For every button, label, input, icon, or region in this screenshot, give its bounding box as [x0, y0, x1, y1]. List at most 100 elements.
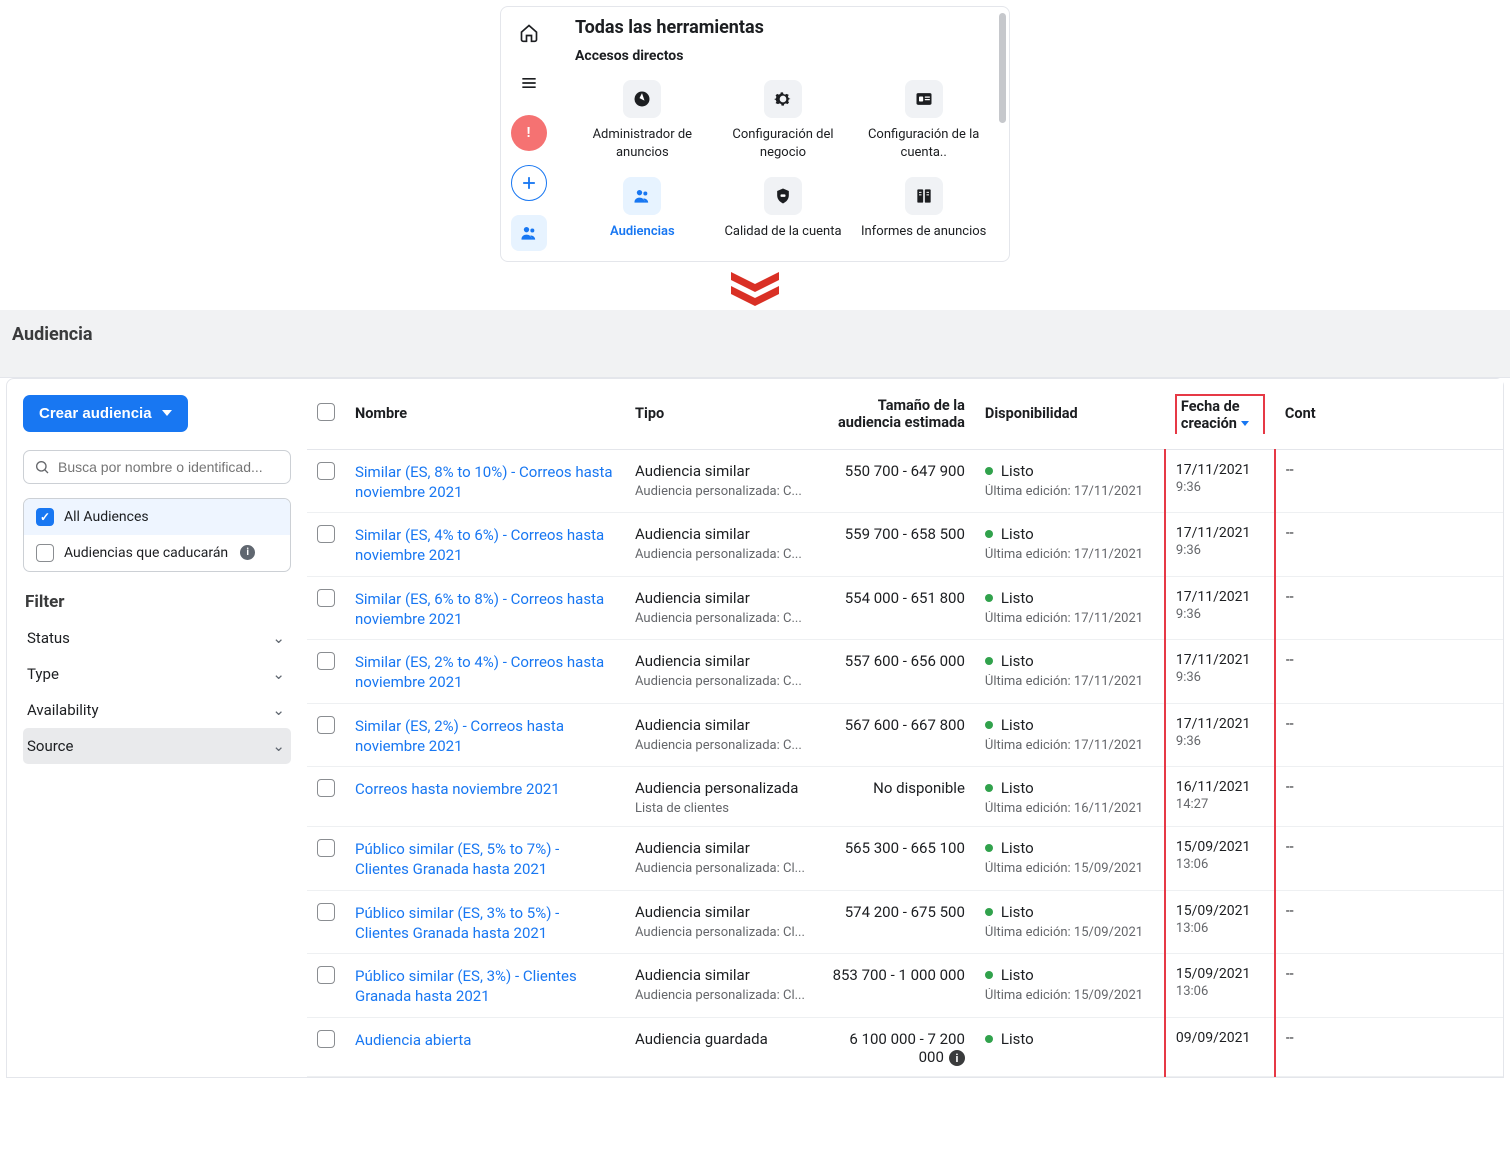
cont-cell: --	[1275, 513, 1503, 577]
col-type[interactable]: Tipo	[625, 379, 815, 450]
row-checkbox[interactable]	[317, 716, 335, 734]
search-input[interactable]	[58, 459, 280, 475]
cont-cell: --	[1275, 449, 1503, 513]
created-date: 17/11/2021	[1176, 652, 1264, 668]
row-checkbox[interactable]	[317, 525, 335, 543]
audience-name-link[interactable]: Público similar (ES, 3%) - Clientes Gran…	[355, 966, 615, 1007]
shortcut-reports[interactable]: Informes de anuncios	[856, 171, 991, 247]
table-row: Similar (ES, 2%) - Correos hasta noviemb…	[307, 703, 1503, 767]
info-icon[interactable]: i	[240, 545, 255, 560]
created-date: 15/09/2021	[1176, 839, 1264, 855]
audience-type: Audiencia similar	[635, 525, 805, 543]
col-availability[interactable]: Disponibilidad	[975, 379, 1165, 450]
audience-type: Audiencia similar	[635, 462, 805, 480]
add-icon[interactable]	[511, 165, 547, 201]
cont-cell: --	[1275, 827, 1503, 891]
audience-subtype: Audiencia personalizada: C...	[635, 484, 805, 499]
table-row: Similar (ES, 6% to 8%) - Correos hasta n…	[307, 576, 1503, 640]
status-dot-icon	[985, 1035, 993, 1043]
audience-name-link[interactable]: Audiencia abierta	[355, 1030, 615, 1050]
cont-cell: --	[1275, 576, 1503, 640]
create-audience-label: Crear audiencia	[39, 405, 152, 422]
cont-cell: --	[1275, 703, 1503, 767]
filter-facet[interactable]: Source⌄	[23, 728, 291, 764]
audience-name-link[interactable]: Similar (ES, 6% to 8%) - Correos hasta n…	[355, 589, 615, 630]
availability: Listo	[985, 903, 1154, 921]
page-title: Audiencia	[12, 324, 1498, 345]
availability: Listo	[985, 589, 1154, 607]
quick-filter-row[interactable]: All Audiences	[24, 499, 290, 535]
menu-icon[interactable]	[511, 65, 547, 101]
audience-size: 550 700 - 647 900	[845, 462, 965, 480]
shortcut-compass[interactable]: Administrado​r de anuncios	[575, 74, 710, 167]
filter-facet[interactable]: Availability⌄	[23, 692, 291, 728]
select-all-checkbox[interactable]	[317, 403, 335, 421]
create-audience-button[interactable]: Crear audiencia	[23, 395, 188, 432]
audience-subtype: Audiencia personalizada: C...	[635, 547, 805, 562]
facet-label: Status	[27, 629, 70, 647]
search-icon	[34, 459, 50, 475]
chevron-down-icon: ⌄	[272, 701, 285, 719]
audience-type: Audiencia similar	[635, 589, 805, 607]
shortcut-gear[interactable]: Configuración del negocio	[716, 74, 851, 167]
shortcut-shield[interactable]: Calidad de la cuenta	[716, 171, 851, 247]
col-created[interactable]: Fecha de creación	[1165, 379, 1275, 450]
audience-name-link[interactable]: Similar (ES, 4% to 6%) - Correos hasta n…	[355, 525, 615, 566]
audience-name-link[interactable]: Similar (ES, 2%) - Correos hasta noviemb…	[355, 716, 615, 757]
checkbox-icon[interactable]	[36, 508, 54, 526]
audience-subtype: Audiencia personalizada: C...	[635, 674, 805, 689]
shortcut-id-card[interactable]: Configuración de la cuenta..	[856, 74, 991, 167]
col-name[interactable]: Nombre	[345, 379, 625, 450]
last-edited: Última edición: 15/09/2021	[985, 861, 1154, 876]
audience-name-link[interactable]: Similar (ES, 8% to 10%) - Correos hasta …	[355, 462, 615, 503]
col-cont[interactable]: Cont	[1275, 379, 1503, 450]
row-checkbox[interactable]	[317, 779, 335, 797]
status-dot-icon	[985, 971, 993, 979]
facet-label: Type	[27, 665, 59, 683]
last-edited: Última edición: 17/11/2021	[985, 611, 1154, 626]
quick-filter-row[interactable]: Audiencias que caducarán i	[24, 535, 290, 571]
shortcut-people[interactable]: Audiencias	[575, 171, 710, 247]
row-checkbox[interactable]	[317, 462, 335, 480]
audience-name-link[interactable]: Correos hasta noviembre 2021	[355, 779, 615, 799]
row-checkbox[interactable]	[317, 966, 335, 984]
audience-size: 557 600 - 656 000	[845, 652, 965, 670]
created-time: 14:27	[1176, 797, 1264, 812]
created-time: 9:36	[1176, 543, 1264, 558]
last-edited: Última edición: 15/09/2021	[985, 988, 1154, 1003]
tools-title: Todas las herramientas	[575, 17, 991, 38]
cont-cell: --	[1275, 767, 1503, 827]
tools-panel: ! Todas las herramientas Accesos directo…	[500, 6, 1010, 262]
row-checkbox[interactable]	[317, 589, 335, 607]
quick-filter-label: Audiencias que caducarán	[64, 545, 228, 561]
audience-name-link[interactable]: Público similar (ES, 5% to 7%) - Cliente…	[355, 839, 615, 880]
audience-name-link[interactable]: Público similar (ES, 3% to 5%) - Cliente…	[355, 903, 615, 944]
checkbox-icon[interactable]	[36, 544, 54, 562]
row-checkbox[interactable]	[317, 903, 335, 921]
audience-subtype: Audiencia personalizada: Cl...	[635, 861, 805, 876]
filter-facet[interactable]: Type⌄	[23, 656, 291, 692]
shortcut-label: Configuración de la cuenta..	[858, 126, 989, 161]
last-edited: Última edición: 17/11/2021	[985, 547, 1154, 562]
audience-size: No disponible	[873, 779, 965, 797]
row-checkbox[interactable]	[317, 1030, 335, 1048]
search-box[interactable]	[23, 450, 291, 484]
col-size[interactable]: Tamaño de la audiencia estimada	[815, 379, 975, 450]
info-icon[interactable]: i	[949, 1050, 965, 1066]
row-checkbox[interactable]	[317, 652, 335, 670]
people-icon	[623, 177, 661, 215]
status-dot-icon	[985, 657, 993, 665]
home-icon[interactable]	[511, 15, 547, 51]
audiences-nav-icon[interactable]	[511, 215, 547, 251]
alert-icon[interactable]: !	[511, 115, 547, 151]
filter-facet[interactable]: Status ⌄	[23, 620, 291, 656]
audience-name-link[interactable]: Similar (ES, 2% to 4%) - Correos hasta n…	[355, 652, 615, 693]
last-edited: Última edición: 15/09/2021	[985, 925, 1154, 940]
shortcuts-heading: Accesos directos	[575, 48, 991, 64]
availability: Listo	[985, 839, 1154, 857]
created-date: 17/11/2021	[1176, 525, 1264, 541]
scrollbar[interactable]	[999, 13, 1006, 123]
created-time: 13:06	[1176, 984, 1264, 999]
chevron-down-icon: ⌄	[272, 629, 285, 647]
row-checkbox[interactable]	[317, 839, 335, 857]
